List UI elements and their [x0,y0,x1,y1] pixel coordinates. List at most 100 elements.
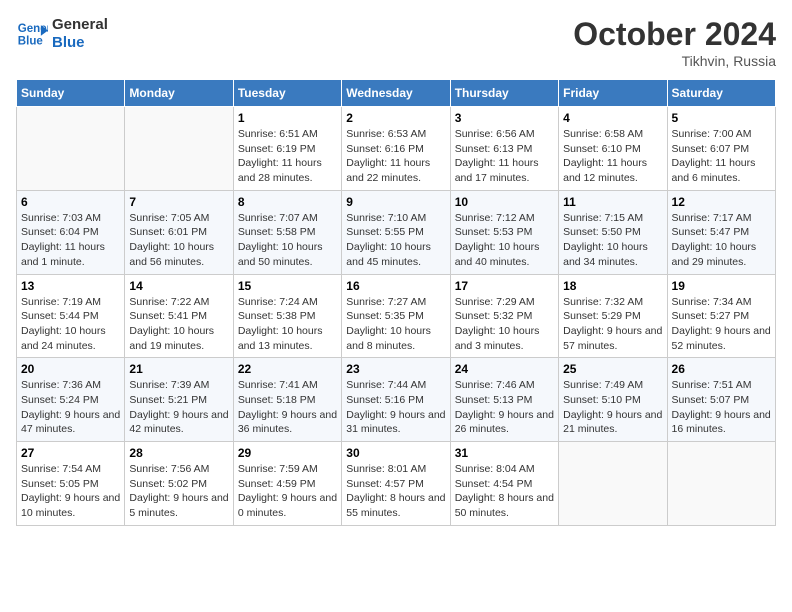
day-number: 27 [21,446,120,460]
calendar-cell: 29 Sunrise: 7:59 AM Sunset: 4:59 PM Dayli… [233,442,341,526]
calendar-header-row: SundayMondayTuesdayWednesdayThursdayFrid… [17,80,776,107]
day-info: Sunrise: 6:51 AM Sunset: 6:19 PM Dayligh… [238,127,337,186]
weekday-header-sunday: Sunday [17,80,125,107]
calendar-cell: 14 Sunrise: 7:22 AM Sunset: 5:41 PM Dayli… [125,274,233,358]
day-info: Sunrise: 7:27 AM Sunset: 5:35 PM Dayligh… [346,295,445,354]
day-number: 25 [563,362,662,376]
calendar-week-row: 1 Sunrise: 6:51 AM Sunset: 6:19 PM Daylig… [17,107,776,191]
day-info: Sunrise: 7:17 AM Sunset: 5:47 PM Dayligh… [672,211,771,270]
calendar-cell: 27 Sunrise: 7:54 AM Sunset: 5:05 PM Dayli… [17,442,125,526]
weekday-header-tuesday: Tuesday [233,80,341,107]
day-number: 14 [129,279,228,293]
day-info: Sunrise: 7:51 AM Sunset: 5:07 PM Dayligh… [672,378,771,437]
calendar-cell: 1 Sunrise: 6:51 AM Sunset: 6:19 PM Daylig… [233,107,341,191]
day-number: 21 [129,362,228,376]
day-number: 18 [563,279,662,293]
day-number: 24 [455,362,554,376]
calendar-cell: 3 Sunrise: 6:56 AM Sunset: 6:13 PM Daylig… [450,107,558,191]
day-number: 23 [346,362,445,376]
weekday-header-monday: Monday [125,80,233,107]
day-info: Sunrise: 7:56 AM Sunset: 5:02 PM Dayligh… [129,462,228,521]
day-info: Sunrise: 7:44 AM Sunset: 5:16 PM Dayligh… [346,378,445,437]
calendar-cell [667,442,775,526]
day-number: 4 [563,111,662,125]
calendar-week-row: 20 Sunrise: 7:36 AM Sunset: 5:24 PM Dayli… [17,358,776,442]
weekday-header-friday: Friday [559,80,667,107]
day-info: Sunrise: 7:07 AM Sunset: 5:58 PM Dayligh… [238,211,337,270]
day-number: 2 [346,111,445,125]
calendar-week-row: 6 Sunrise: 7:03 AM Sunset: 6:04 PM Daylig… [17,190,776,274]
calendar-cell: 5 Sunrise: 7:00 AM Sunset: 6:07 PM Daylig… [667,107,775,191]
calendar-cell: 23 Sunrise: 7:44 AM Sunset: 5:16 PM Dayli… [342,358,450,442]
calendar-cell: 18 Sunrise: 7:32 AM Sunset: 5:29 PM Dayli… [559,274,667,358]
calendar-cell: 10Sunrise: 7:12 AM Sunset: 5:53 PM Dayli… [450,190,558,274]
day-number: 28 [129,446,228,460]
day-number: 3 [455,111,554,125]
day-number: 19 [672,279,771,293]
day-info: Sunrise: 6:56 AM Sunset: 6:13 PM Dayligh… [455,127,554,186]
calendar-cell: 25 Sunrise: 7:49 AM Sunset: 5:10 PM Dayli… [559,358,667,442]
day-info: Sunrise: 7:39 AM Sunset: 5:21 PM Dayligh… [129,378,228,437]
day-info: Sunrise: 7:00 AM Sunset: 6:07 PM Dayligh… [672,127,771,186]
day-number: 6 [21,195,120,209]
day-info: Sunrise: 7:24 AM Sunset: 5:38 PM Dayligh… [238,295,337,354]
calendar-cell [125,107,233,191]
calendar-cell [17,107,125,191]
day-info: Sunrise: 7:46 AM Sunset: 5:13 PM Dayligh… [455,378,554,437]
day-number: 7 [129,195,228,209]
day-info: Sunrise: 7:15 AM Sunset: 5:50 PM Dayligh… [563,211,662,270]
calendar-cell: 8Sunrise: 7:07 AM Sunset: 5:58 PM Daylig… [233,190,341,274]
day-info: Sunrise: 7:03 AM Sunset: 6:04 PM Dayligh… [21,211,120,270]
calendar-cell: 17 Sunrise: 7:29 AM Sunset: 5:32 PM Dayli… [450,274,558,358]
logo-blue: Blue [52,34,108,52]
day-number: 20 [21,362,120,376]
calendar-cell: 19Sunrise: 7:34 AM Sunset: 5:27 PM Dayli… [667,274,775,358]
calendar-cell: 6 Sunrise: 7:03 AM Sunset: 6:04 PM Daylig… [17,190,125,274]
day-number: 13 [21,279,120,293]
title-block: October 2024 Tikhvin, Russia [573,16,776,69]
day-info: Sunrise: 7:29 AM Sunset: 5:32 PM Dayligh… [455,295,554,354]
svg-text:Blue: Blue [18,36,44,48]
day-info: Sunrise: 7:36 AM Sunset: 5:24 PM Dayligh… [21,378,120,437]
calendar-cell: 12Sunrise: 7:17 AM Sunset: 5:47 PM Dayli… [667,190,775,274]
day-info: Sunrise: 7:32 AM Sunset: 5:29 PM Dayligh… [563,295,662,354]
day-info: Sunrise: 7:05 AM Sunset: 6:01 PM Dayligh… [129,211,228,270]
calendar-table: SundayMondayTuesdayWednesdayThursdayFrid… [16,79,776,526]
calendar-week-row: 27 Sunrise: 7:54 AM Sunset: 5:05 PM Dayli… [17,442,776,526]
calendar-cell: 30Sunrise: 8:01 AM Sunset: 4:57 PM Dayli… [342,442,450,526]
day-number: 15 [238,279,337,293]
logo-general: General [52,16,108,34]
day-info: Sunrise: 7:54 AM Sunset: 5:05 PM Dayligh… [21,462,120,521]
calendar-cell: 13 Sunrise: 7:19 AM Sunset: 5:44 PM Dayli… [17,274,125,358]
calendar-cell: 9Sunrise: 7:10 AM Sunset: 5:55 PM Daylig… [342,190,450,274]
weekday-header-wednesday: Wednesday [342,80,450,107]
day-info: Sunrise: 8:01 AM Sunset: 4:57 PM Dayligh… [346,462,445,521]
day-info: Sunrise: 7:41 AM Sunset: 5:18 PM Dayligh… [238,378,337,437]
calendar-cell: 2Sunrise: 6:53 AM Sunset: 6:16 PM Daylig… [342,107,450,191]
day-info: Sunrise: 7:49 AM Sunset: 5:10 PM Dayligh… [563,378,662,437]
calendar-cell: 24 Sunrise: 7:46 AM Sunset: 5:13 PM Dayli… [450,358,558,442]
calendar-cell: 31 Sunrise: 8:04 AM Sunset: 4:54 PM Dayli… [450,442,558,526]
day-number: 17 [455,279,554,293]
day-info: Sunrise: 7:59 AM Sunset: 4:59 PM Dayligh… [238,462,337,521]
weekday-header-thursday: Thursday [450,80,558,107]
calendar-cell: 7 Sunrise: 7:05 AM Sunset: 6:01 PM Daylig… [125,190,233,274]
calendar-cell: 21 Sunrise: 7:39 AM Sunset: 5:21 PM Dayli… [125,358,233,442]
calendar-cell: 16 Sunrise: 7:27 AM Sunset: 5:35 PM Dayli… [342,274,450,358]
day-number: 5 [672,111,771,125]
month-title: October 2024 [573,16,776,53]
calendar-cell: 4Sunrise: 6:58 AM Sunset: 6:10 PM Daylig… [559,107,667,191]
calendar-cell: 22 Sunrise: 7:41 AM Sunset: 5:18 PM Dayli… [233,358,341,442]
day-number: 9 [346,195,445,209]
day-number: 31 [455,446,554,460]
day-number: 22 [238,362,337,376]
day-number: 1 [238,111,337,125]
day-number: 26 [672,362,771,376]
location: Tikhvin, Russia [573,53,776,69]
day-number: 29 [238,446,337,460]
day-number: 10 [455,195,554,209]
day-info: Sunrise: 7:19 AM Sunset: 5:44 PM Dayligh… [21,295,120,354]
day-info: Sunrise: 7:22 AM Sunset: 5:41 PM Dayligh… [129,295,228,354]
day-info: Sunrise: 8:04 AM Sunset: 4:54 PM Dayligh… [455,462,554,521]
day-number: 16 [346,279,445,293]
